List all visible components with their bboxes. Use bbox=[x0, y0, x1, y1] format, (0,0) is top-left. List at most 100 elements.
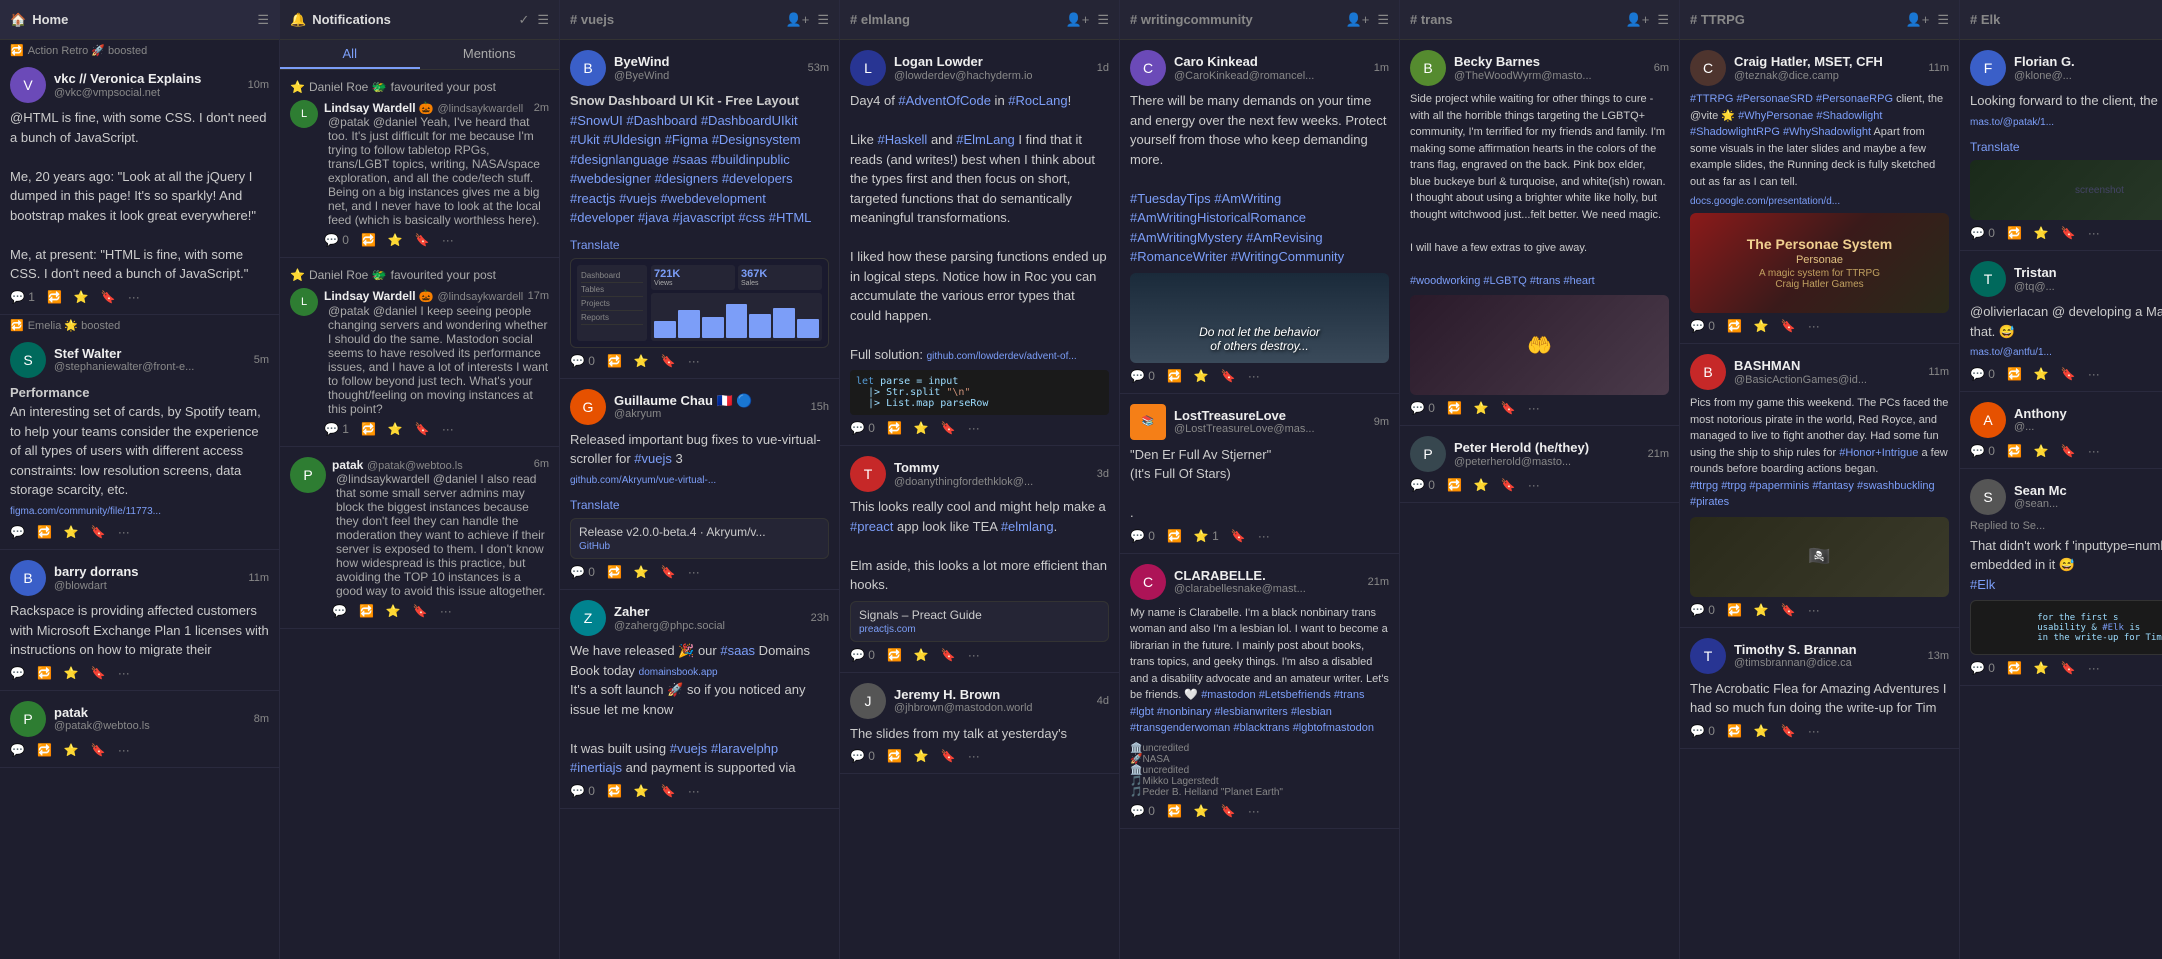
more-button[interactable]: ··· bbox=[968, 749, 980, 763]
reply-button[interactable]: 💬 0 bbox=[1130, 369, 1155, 383]
star-button[interactable]: ⭐ bbox=[1194, 804, 1209, 818]
boost-button[interactable]: 🔁 bbox=[1727, 724, 1742, 738]
tab-mentions[interactable]: Mentions bbox=[420, 40, 560, 69]
more-button[interactable]: ··· bbox=[688, 565, 700, 579]
star-button[interactable]: ⭐ bbox=[74, 290, 89, 304]
boost-button[interactable]: 🔁 bbox=[1167, 369, 1182, 383]
star-button[interactable]: ⭐ bbox=[914, 749, 929, 763]
star-button[interactable]: ⭐ bbox=[388, 233, 403, 247]
star-button[interactable]: ⭐ bbox=[914, 648, 929, 662]
star-button[interactable]: ⭐ 1 bbox=[1194, 529, 1219, 543]
bookmark-button[interactable]: 🔖 bbox=[941, 421, 956, 435]
reply-button[interactable]: 💬 0 bbox=[1130, 804, 1155, 818]
star-button[interactable]: ⭐ bbox=[64, 666, 79, 680]
reply-button[interactable]: 💬 0 bbox=[1690, 603, 1715, 617]
reply-button[interactable]: 💬 0 bbox=[1410, 478, 1435, 492]
reply-button[interactable]: 💬 1 bbox=[10, 290, 35, 304]
reply-button[interactable]: 💬 bbox=[332, 604, 347, 618]
settings-icon[interactable]: ☰ bbox=[1657, 12, 1669, 28]
boost-button[interactable]: 🔁 bbox=[607, 565, 622, 579]
boost-button[interactable]: 🔁 bbox=[607, 784, 622, 798]
add-user-icon[interactable]: 👤+ bbox=[1346, 12, 1370, 28]
more-button[interactable]: ··· bbox=[1248, 369, 1260, 383]
boost-button[interactable]: 🔁 bbox=[361, 233, 376, 247]
more-button[interactable]: ··· bbox=[1808, 319, 1820, 333]
more-button[interactable]: ··· bbox=[1528, 478, 1540, 492]
add-user-icon[interactable]: 👤+ bbox=[1906, 12, 1930, 28]
bookmark-button[interactable]: 🔖 bbox=[415, 422, 430, 436]
bookmark-button[interactable]: 🔖 bbox=[2061, 661, 2076, 675]
check-icon[interactable]: ✓ bbox=[518, 12, 529, 28]
star-button[interactable]: ⭐ bbox=[64, 525, 79, 539]
star-button[interactable]: ⭐ bbox=[2034, 444, 2049, 458]
star-button[interactable]: ⭐ bbox=[64, 743, 79, 757]
reply-button[interactable]: 💬 0 bbox=[570, 565, 595, 579]
more-button[interactable]: ··· bbox=[442, 422, 454, 436]
star-button[interactable]: ⭐ bbox=[1474, 401, 1489, 415]
reply-button[interactable]: 💬 0 bbox=[1970, 661, 1995, 675]
star-button[interactable]: ⭐ bbox=[634, 354, 649, 368]
tab-all[interactable]: All bbox=[280, 40, 420, 69]
settings-icon[interactable]: ☰ bbox=[1937, 12, 1949, 28]
more-button[interactable]: ··· bbox=[2088, 367, 2100, 381]
bookmark-button[interactable]: 🔖 bbox=[1501, 401, 1516, 415]
more-button[interactable]: ··· bbox=[118, 743, 130, 757]
star-button[interactable]: ⭐ bbox=[2034, 226, 2049, 240]
bookmark-button[interactable]: 🔖 bbox=[941, 648, 956, 662]
more-button[interactable]: ··· bbox=[1258, 529, 1270, 543]
boost-button[interactable]: 🔁 bbox=[2007, 226, 2022, 240]
bookmark-button[interactable]: 🔖 bbox=[1221, 369, 1236, 383]
boost-button[interactable]: 🔁 bbox=[1727, 603, 1742, 617]
post-link[interactable]: docs.google.com/presentation/d... bbox=[1690, 196, 1949, 207]
reply-button[interactable]: 💬 0 bbox=[570, 354, 595, 368]
bookmark-button[interactable]: 🔖 bbox=[1221, 804, 1236, 818]
bookmark-button[interactable]: 🔖 bbox=[413, 604, 428, 618]
reply-button[interactable]: 💬 0 bbox=[1690, 319, 1715, 333]
more-button[interactable]: ··· bbox=[1248, 804, 1260, 818]
more-button[interactable]: ··· bbox=[128, 290, 140, 304]
add-user-icon[interactable]: 👤+ bbox=[1066, 12, 1090, 28]
star-button[interactable]: ⭐ bbox=[1754, 603, 1769, 617]
reply-button[interactable]: 💬 0 bbox=[850, 648, 875, 662]
star-button[interactable]: ⭐ bbox=[634, 784, 649, 798]
reply-button[interactable]: 💬 0 bbox=[850, 421, 875, 435]
reply-button[interactable]: 💬 0 bbox=[1970, 367, 1995, 381]
boost-button[interactable]: 🔁 bbox=[47, 290, 62, 304]
reply-button[interactable]: 💬 0 bbox=[1970, 444, 1995, 458]
more-button[interactable]: ··· bbox=[688, 354, 700, 368]
star-button[interactable]: ⭐ bbox=[634, 565, 649, 579]
post-link[interactable]: figma.com/community/file/11773... bbox=[10, 506, 161, 517]
star-button[interactable]: ⭐ bbox=[1194, 369, 1209, 383]
settings-icon[interactable]: ☰ bbox=[817, 12, 829, 28]
boost-button[interactable]: 🔁 bbox=[887, 421, 902, 435]
star-button[interactable]: ⭐ bbox=[2034, 367, 2049, 381]
bookmark-button[interactable]: 🔖 bbox=[1781, 603, 1796, 617]
reply-button[interactable]: 💬 0 bbox=[1410, 401, 1435, 415]
boost-button[interactable]: 🔁 bbox=[887, 749, 902, 763]
boost-button[interactable]: 🔁 bbox=[1447, 478, 1462, 492]
bookmark-button[interactable]: 🔖 bbox=[415, 233, 430, 247]
boost-button[interactable]: 🔁 bbox=[887, 648, 902, 662]
more-button[interactable]: ··· bbox=[688, 784, 700, 798]
settings-icon[interactable]: ☰ bbox=[1097, 12, 1109, 28]
reply-button[interactable]: 💬 bbox=[10, 743, 25, 757]
more-button[interactable]: ··· bbox=[1528, 401, 1540, 415]
boost-button[interactable]: 🔁 bbox=[2007, 367, 2022, 381]
boost-button[interactable]: 🔁 bbox=[37, 525, 52, 539]
bookmark-button[interactable]: 🔖 bbox=[2061, 226, 2076, 240]
bookmark-button[interactable]: 🔖 bbox=[1781, 319, 1796, 333]
reply-button[interactable]: 💬 0 bbox=[570, 784, 595, 798]
boost-button[interactable]: 🔁 bbox=[1167, 804, 1182, 818]
reply-button[interactable]: 💬 0 bbox=[1690, 724, 1715, 738]
bookmark-button[interactable]: 🔖 bbox=[91, 743, 106, 757]
boost-button[interactable]: 🔁 bbox=[1727, 319, 1742, 333]
reply-button[interactable]: 💬 bbox=[10, 666, 25, 680]
more-button[interactable]: ··· bbox=[968, 648, 980, 662]
more-button[interactable]: ··· bbox=[968, 421, 980, 435]
reply-button[interactable]: 💬 bbox=[10, 525, 25, 539]
boost-button[interactable]: 🔁 bbox=[361, 422, 376, 436]
translate-button[interactable]: Translate bbox=[570, 498, 620, 512]
boost-button[interactable]: 🔁 bbox=[1167, 529, 1182, 543]
bookmark-button[interactable]: 🔖 bbox=[1781, 724, 1796, 738]
bookmark-button[interactable]: 🔖 bbox=[661, 565, 676, 579]
